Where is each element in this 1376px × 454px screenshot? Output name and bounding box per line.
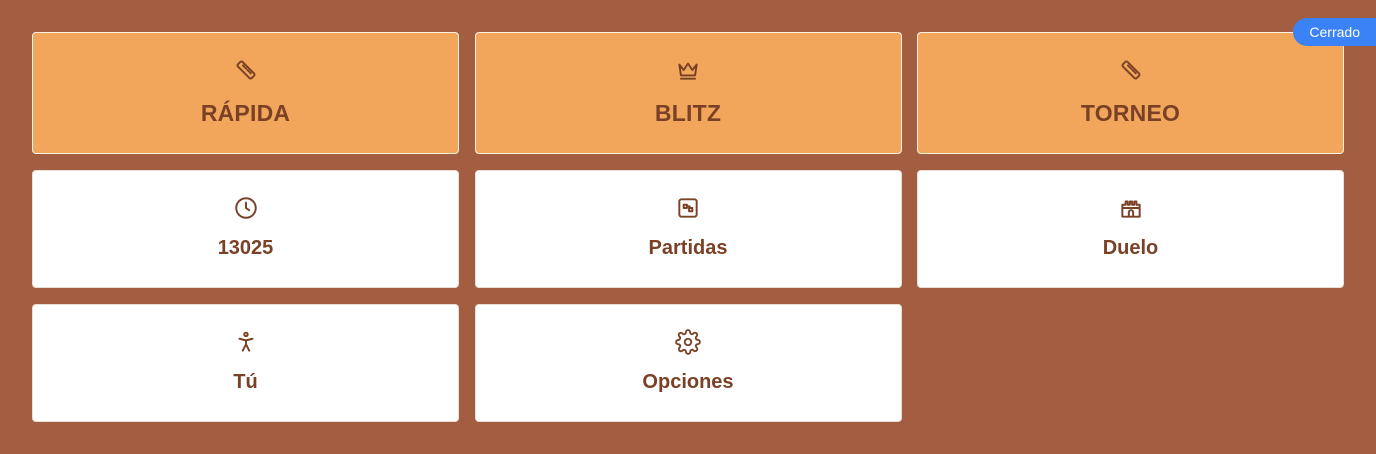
rapida-card[interactable]: RÁPIDA xyxy=(32,32,459,154)
castle-icon xyxy=(1118,195,1144,221)
duelo-card[interactable]: Duelo xyxy=(917,170,1344,288)
partidas-card[interactable]: Partidas xyxy=(474,170,902,288)
board-icon xyxy=(675,195,701,221)
opciones-label: Opciones xyxy=(642,371,734,393)
rating-label: 13025 xyxy=(217,237,274,259)
duelo-label: Duelo xyxy=(1102,237,1159,259)
crown-icon xyxy=(675,57,701,83)
clock-icon xyxy=(233,195,259,221)
tu-card[interactable]: Tú xyxy=(32,304,459,422)
partidas-label: Partidas xyxy=(648,237,728,259)
rating-card[interactable]: 13025 xyxy=(32,170,459,288)
person-icon xyxy=(233,329,259,355)
blitz-card[interactable]: BLITZ xyxy=(474,32,902,154)
torneo-card[interactable]: TORNEO xyxy=(917,32,1344,154)
torneo-label: TORNEO xyxy=(1080,100,1181,126)
ruler-icon xyxy=(1118,57,1144,83)
opciones-card[interactable]: Opciones xyxy=(474,304,902,422)
tu-label: Tú xyxy=(233,371,258,393)
gear-icon xyxy=(675,329,701,355)
blitz-label: BLITZ xyxy=(654,100,722,126)
closed-status-badge[interactable]: Cerrado xyxy=(1293,18,1376,46)
mode-grid: RÁPIDA BLITZ TORNEO 13025 Partidas Duelo… xyxy=(32,32,1344,438)
ruler-icon xyxy=(233,57,259,83)
rapida-label: RÁPIDA xyxy=(200,100,291,126)
